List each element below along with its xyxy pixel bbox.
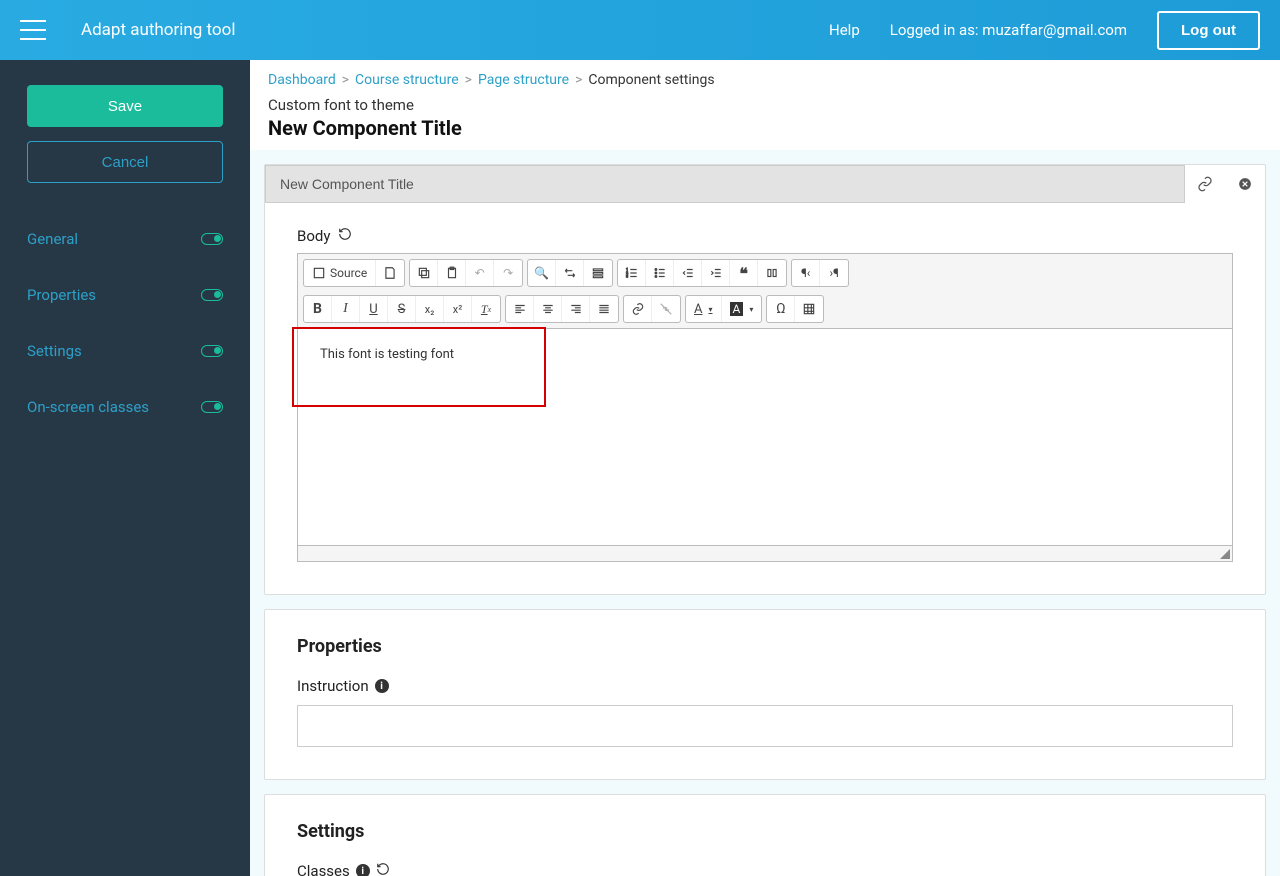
link-icon[interactable] <box>1185 165 1225 203</box>
sidebar-item-settings[interactable]: Settings <box>27 323 223 379</box>
align-left-icon[interactable] <box>506 296 534 322</box>
properties-card: Properties Instruction i <box>264 609 1266 780</box>
toggle-icon <box>201 401 223 413</box>
text-color-icon[interactable]: A▾ <box>686 296 722 322</box>
toggle-icon <box>201 345 223 357</box>
menu-icon[interactable] <box>20 20 46 40</box>
info-icon[interactable]: i <box>356 864 370 876</box>
reset-icon[interactable] <box>376 862 390 876</box>
sidebar-item-label: Properties <box>27 286 96 304</box>
topbar: Adapt authoring tool Help Logged in as: … <box>0 0 1280 60</box>
main: Dashboard > Course structure > Page stru… <box>250 60 1280 876</box>
cancel-button[interactable]: Cancel <box>27 141 223 183</box>
align-right-icon[interactable] <box>562 296 590 322</box>
sidebar-item-label: Settings <box>27 342 82 360</box>
help-link[interactable]: Help <box>829 21 860 39</box>
toggle-icon <box>201 289 223 301</box>
instruction-label: Instruction <box>297 677 369 695</box>
strike-icon[interactable]: S <box>388 296 416 322</box>
codeblock-icon[interactable] <box>758 260 786 286</box>
save-button[interactable]: Save <box>27 85 223 127</box>
subscript-icon[interactable]: x₂ <box>416 296 444 322</box>
sidebar-item-on-screen-classes[interactable]: On-screen classes <box>27 379 223 435</box>
properties-heading: Properties <box>297 610 1233 677</box>
redo-icon[interactable]: ↷ <box>494 260 522 286</box>
content-scroll[interactable]: Body Source <box>250 150 1280 876</box>
bg-color-icon[interactable]: A▾ <box>722 296 762 322</box>
sidebar-item-label: On-screen classes <box>27 398 149 416</box>
breadcrumb-dashboard[interactable]: Dashboard <box>268 72 336 88</box>
general-card: Body Source <box>264 164 1266 595</box>
reset-icon[interactable] <box>338 227 352 245</box>
app-title: Adapt authoring tool <box>81 20 235 40</box>
sidebar: Save Cancel General Properties Settings … <box>0 60 250 876</box>
logout-button[interactable]: Log out <box>1157 11 1260 50</box>
page-subtitle: Custom font to theme <box>268 96 1262 114</box>
component-title-input[interactable] <box>265 165 1185 203</box>
breadcrumb-page-structure[interactable]: Page structure <box>478 72 569 88</box>
outdent-icon[interactable] <box>674 260 702 286</box>
info-icon[interactable]: i <box>375 679 389 693</box>
svg-text:3: 3 <box>626 275 628 279</box>
unlink-icon[interactable] <box>652 296 680 322</box>
breadcrumb-course-structure[interactable]: Course structure <box>355 72 459 88</box>
toggle-icon <box>201 233 223 245</box>
table-icon[interactable] <box>795 296 823 322</box>
special-char-icon[interactable]: Ω <box>767 296 795 322</box>
indent-icon[interactable] <box>702 260 730 286</box>
align-justify-icon[interactable] <box>590 296 618 322</box>
sidebar-item-general[interactable]: General <box>27 211 223 267</box>
replace-icon[interactable] <box>556 260 584 286</box>
settings-card: Settings Classes i <box>264 794 1266 876</box>
bullet-list-icon[interactable] <box>646 260 674 286</box>
editor-toolbar: Source ↶ ↷ 🔍 <box>298 254 1232 329</box>
undo-icon[interactable]: ↶ <box>466 260 494 286</box>
breadcrumb: Dashboard > Course structure > Page stru… <box>268 72 1262 88</box>
annotation-highlight <box>292 327 546 407</box>
breadcrumb-current: Component settings <box>588 72 714 88</box>
ltr-icon[interactable]: ¶‹ <box>792 260 820 286</box>
classes-label: Classes <box>297 862 350 876</box>
rtl-icon[interactable]: ›¶ <box>820 260 848 286</box>
editor-text: This font is testing font <box>320 347 454 362</box>
sidebar-item-properties[interactable]: Properties <box>27 267 223 323</box>
logged-in-label: Logged in as: muzaffar@gmail.com <box>890 21 1127 39</box>
search-icon[interactable]: 🔍 <box>528 260 556 286</box>
underline-icon[interactable]: U <box>360 296 388 322</box>
editor-resize-handle[interactable] <box>298 545 1232 561</box>
rich-text-editor: Source ↶ ↷ 🔍 <box>297 253 1233 562</box>
superscript-icon[interactable]: x² <box>444 296 472 322</box>
blockquote-icon[interactable]: ❝ <box>730 260 758 286</box>
instruction-input[interactable] <box>297 705 1233 747</box>
source-button[interactable]: Source <box>304 260 376 286</box>
selectall-icon[interactable] <box>584 260 612 286</box>
numbered-list-icon[interactable]: 123 <box>618 260 646 286</box>
header-strip: Dashboard > Course structure > Page stru… <box>250 60 1280 150</box>
sidebar-item-label: General <box>27 230 78 248</box>
save-icon[interactable] <box>376 260 404 286</box>
close-icon[interactable] <box>1225 165 1265 203</box>
page-title: New Component Title <box>268 116 1262 140</box>
italic-icon[interactable]: I <box>332 296 360 322</box>
editor-body[interactable]: This font is testing font <box>298 329 1232 545</box>
link-button-icon[interactable] <box>624 296 652 322</box>
bold-icon[interactable]: B <box>304 296 332 322</box>
copy-icon[interactable] <box>410 260 438 286</box>
body-label: Body <box>297 227 1233 245</box>
align-center-icon[interactable] <box>534 296 562 322</box>
settings-heading: Settings <box>297 795 1233 862</box>
clear-format-icon[interactable]: Tx <box>472 296 500 322</box>
paste-icon[interactable] <box>438 260 466 286</box>
